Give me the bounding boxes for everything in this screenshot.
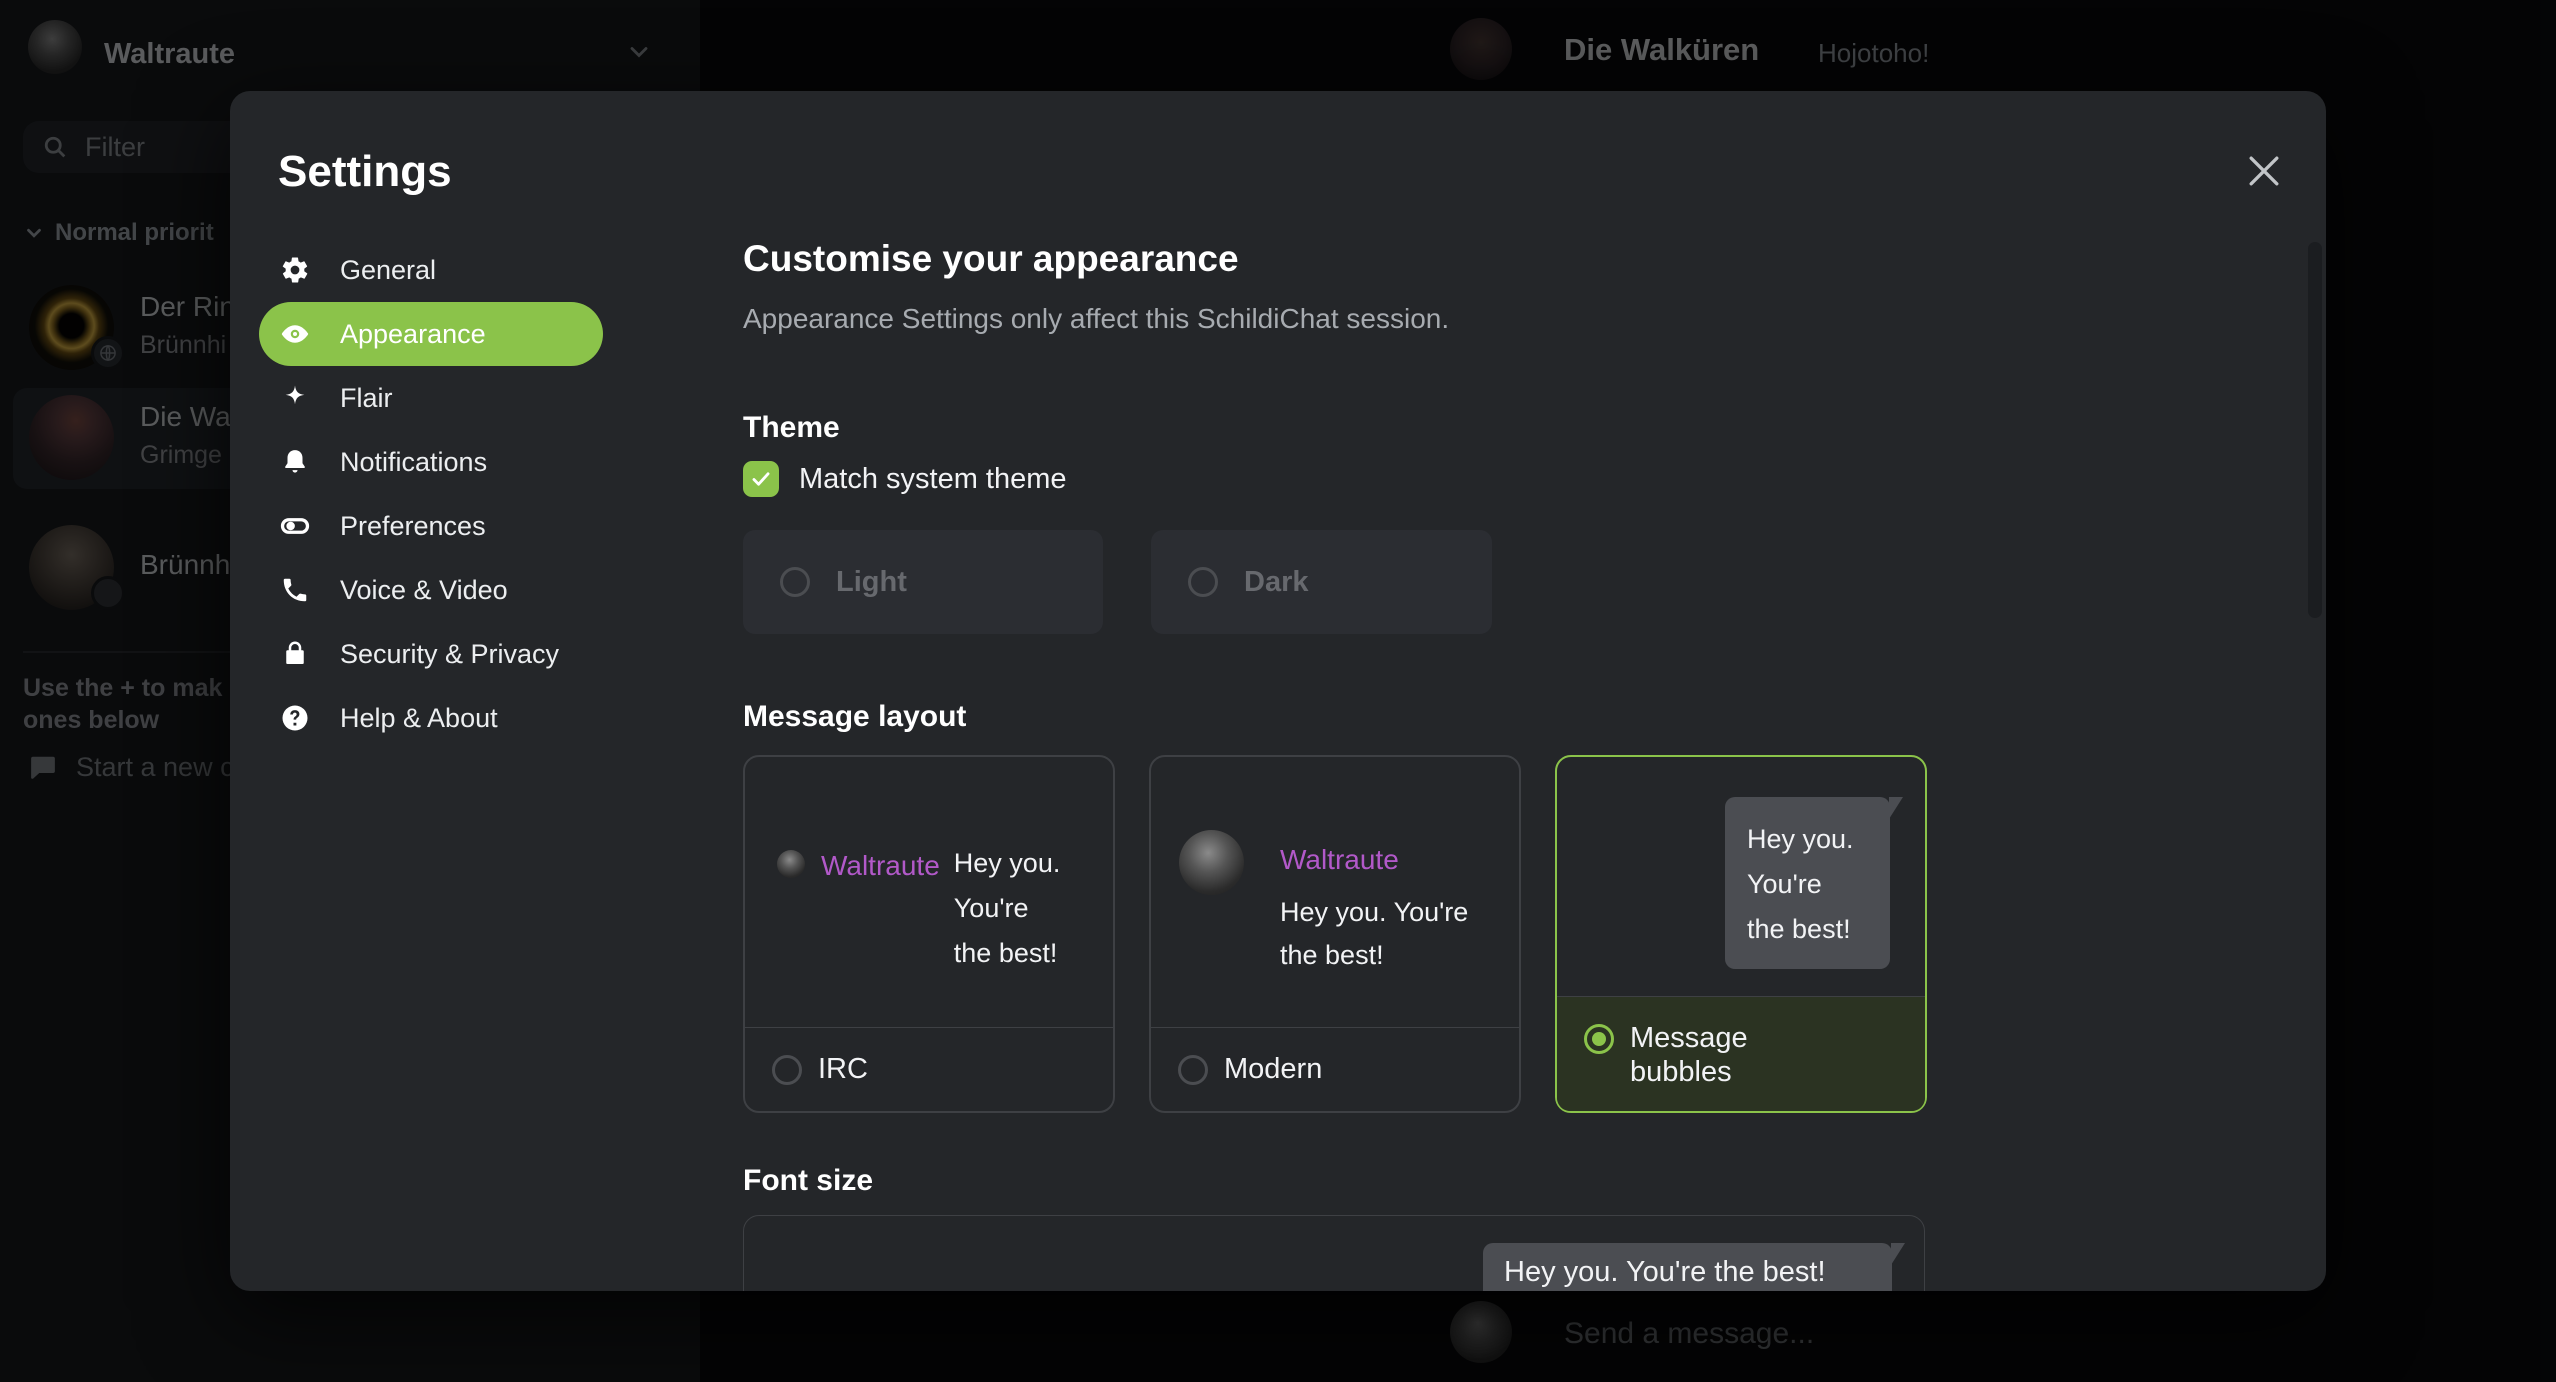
match-system-theme-row[interactable]: Match system theme <box>743 461 1067 497</box>
menu-item-flair[interactable]: Flair <box>259 366 603 430</box>
radio-icon[interactable] <box>1188 567 1218 597</box>
layout-radio-row[interactable]: Message bubbles <box>1557 996 1925 1111</box>
phone-icon <box>280 575 310 605</box>
menu-item-notifications[interactable]: Notifications <box>259 430 603 494</box>
menu-label: Voice & Video <box>340 575 508 606</box>
avatar <box>1179 830 1244 895</box>
avatar <box>777 850 805 878</box>
layout-radio-row[interactable]: IRC <box>745 1027 1113 1111</box>
preview-line: You're <box>1747 862 1890 907</box>
menu-item-help-about[interactable]: Help & About <box>259 686 603 750</box>
menu-label: Notifications <box>340 447 487 478</box>
menu-label: General <box>340 255 436 286</box>
preview-line: Hey you. <box>954 841 1061 886</box>
theme-option-light[interactable]: Light <box>743 530 1103 634</box>
bubble-preview: Hey you. You're the best! <box>1725 797 1890 969</box>
layout-option-modern[interactable]: Waltraute Hey you. You're the best! Mode… <box>1149 755 1521 1113</box>
layout-option-label: Modern <box>1224 1053 1322 1086</box>
help-icon <box>280 703 310 733</box>
toggle-icon <box>280 511 310 541</box>
menu-item-general[interactable]: General <box>259 238 603 302</box>
modal-scrollbar[interactable] <box>2308 242 2322 618</box>
preview-line: the best! <box>954 931 1061 976</box>
message-layout-section-label: Message layout <box>743 700 966 734</box>
eye-icon <box>280 319 310 349</box>
menu-item-preferences[interactable]: Preferences <box>259 494 603 558</box>
font-size-section-label: Font size <box>743 1164 873 1198</box>
preview-sender: Waltraute <box>1280 844 1399 876</box>
dialog-title: Settings <box>278 147 452 197</box>
theme-option-label: Dark <box>1244 566 1309 599</box>
menu-label: Preferences <box>340 511 486 542</box>
layout-radio-row[interactable]: Modern <box>1151 1027 1519 1111</box>
preview-line: the best! <box>1280 934 1468 977</box>
checkbox-label: Match system theme <box>799 463 1067 496</box>
font-size-preview: Hey you. You're the best! <box>743 1215 1925 1291</box>
panel-subheading: Appearance Settings only affect this Sch… <box>743 303 1449 335</box>
radio-icon[interactable] <box>1178 1055 1208 1085</box>
preview-line: the best! <box>1747 907 1890 952</box>
radio-selected-icon[interactable] <box>1584 1024 1614 1054</box>
radio-icon[interactable] <box>772 1055 802 1085</box>
panel-heading: Customise your appearance <box>743 238 1239 280</box>
settings-dialog: Settings General Appearance Fla <box>230 91 2326 1291</box>
bell-icon <box>280 447 310 477</box>
menu-label: Appearance <box>340 319 486 350</box>
gear-icon <box>280 255 310 285</box>
preview-sender: Waltraute <box>821 850 940 882</box>
lock-icon <box>280 639 310 669</box>
appearance-settings-panel: Customise your appearance Appearance Set… <box>743 91 1925 1291</box>
preview-text: Hey you. You're the best! <box>1504 1256 1826 1288</box>
theme-section-label: Theme <box>743 411 840 445</box>
layout-option-irc[interactable]: Waltraute Hey you. You're the best! IRC <box>743 755 1115 1113</box>
menu-item-voice-video[interactable]: Voice & Video <box>259 558 603 622</box>
preview-line: You're <box>954 886 1061 931</box>
theme-option-label: Light <box>836 566 907 599</box>
close-icon[interactable] <box>2242 149 2286 193</box>
layout-option-message-bubbles[interactable]: Hey you. You're the best! Message bubble… <box>1555 755 1927 1113</box>
layout-option-label: IRC <box>818 1053 868 1086</box>
preview-line: Hey you. You're <box>1280 891 1468 934</box>
sparkle-icon <box>280 383 310 413</box>
theme-option-dark[interactable]: Dark <box>1151 530 1492 634</box>
menu-label: Flair <box>340 383 393 414</box>
menu-label: Help & About <box>340 703 498 734</box>
checkbox-checked-icon[interactable] <box>743 461 779 497</box>
irc-preview: Waltraute Hey you. You're the best! <box>777 841 1060 976</box>
schildichat-window: Die Walküren Hojotoho! o! Hojotoho! 23:1… <box>0 0 2556 1382</box>
settings-menu: General Appearance Flair Notifications <box>259 238 603 750</box>
menu-item-security-privacy[interactable]: Security & Privacy <box>259 622 603 686</box>
radio-icon[interactable] <box>780 567 810 597</box>
layout-option-label: Message bubbles <box>1630 1021 1760 1089</box>
preview-line: Hey you. <box>1747 817 1890 862</box>
menu-item-appearance[interactable]: Appearance <box>259 302 603 366</box>
bubble-preview: Hey you. You're the best! <box>1483 1243 1892 1291</box>
menu-label: Security & Privacy <box>340 639 559 670</box>
